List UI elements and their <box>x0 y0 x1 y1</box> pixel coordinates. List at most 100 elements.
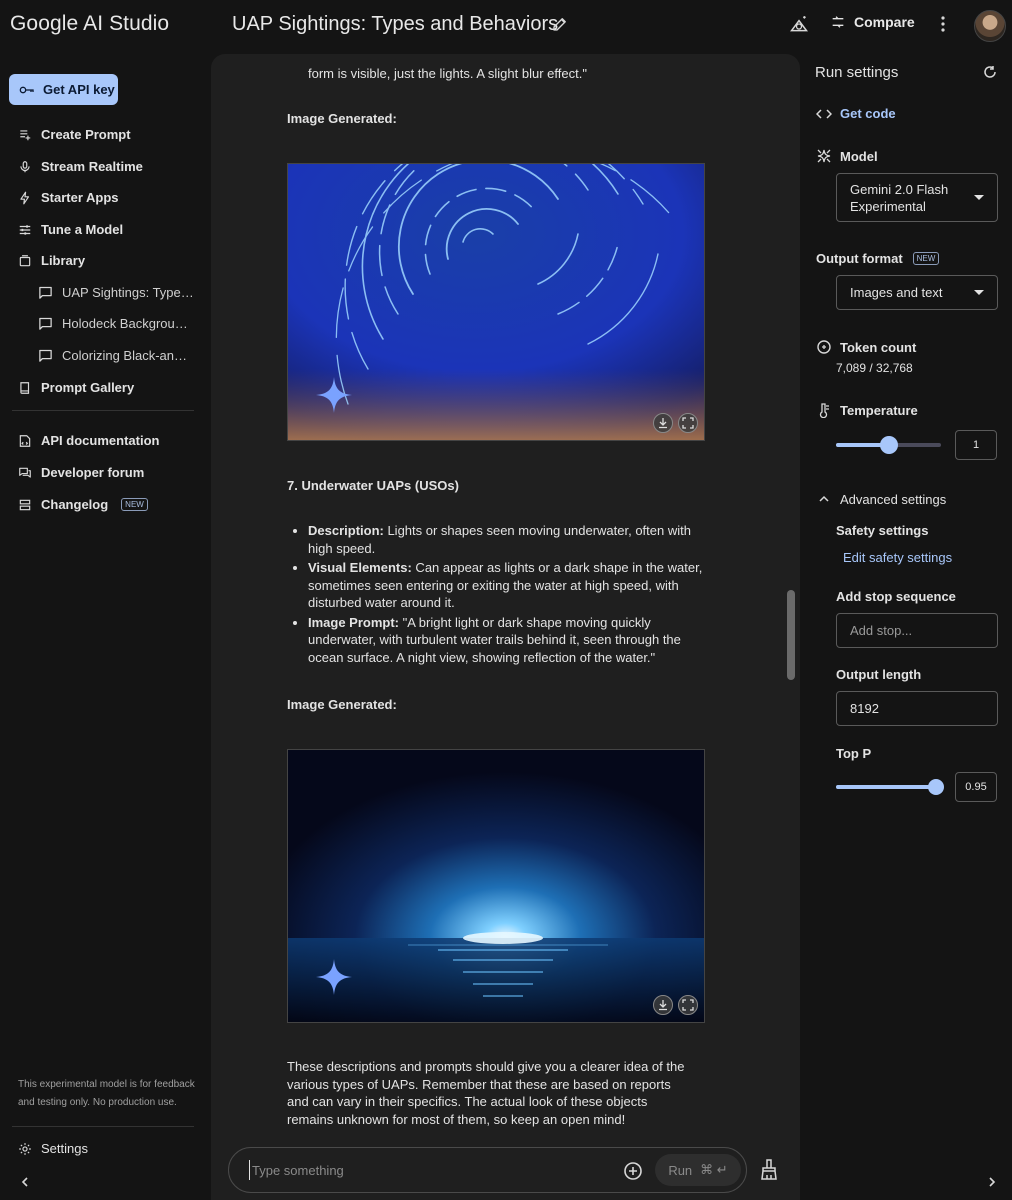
chat-panel: form is visible, just the lights. A slig… <box>211 54 800 1200</box>
output-format-value: Images and text <box>850 285 943 300</box>
generated-image-star-trails[interactable] <box>287 163 705 441</box>
library-item-label: Holodeck Background Generation <box>62 316 194 331</box>
output-format-select[interactable]: Images and text <box>836 275 998 310</box>
model-value: Gemini 2.0 Flash Experimental <box>850 181 949 214</box>
compare-mode-icon[interactable] <box>789 14 809 34</box>
sidebar-item-tune-model[interactable]: Tune a Model <box>18 222 123 237</box>
create-prompt-icon <box>20 129 31 140</box>
fullscreen-icon <box>682 417 694 429</box>
sidebar-item-label: Settings <box>41 1141 88 1156</box>
sidebar-item-label: Stream Realtime <box>41 159 143 174</box>
library-item-label: UAP Sightings: Types and Behaviors <box>62 285 194 300</box>
prompt-input-bar: Run ⌘ ↵ <box>228 1147 747 1193</box>
add-media-icon[interactable] <box>623 1161 643 1181</box>
run-button[interactable]: Run ⌘ ↵ <box>655 1154 741 1186</box>
model-label: Model <box>840 148 878 164</box>
sidebar-item-prompt-gallery[interactable]: Prompt Gallery <box>18 380 134 395</box>
output-length-label: Output length <box>836 667 922 682</box>
tune-icon <box>19 224 31 235</box>
list-item: Description: Lights or shapes seen movin… <box>308 522 712 557</box>
key-icon <box>19 86 34 93</box>
sidebar-item-starter-apps[interactable]: Starter Apps <box>18 190 119 205</box>
temperature-input[interactable]: 1 <box>955 430 997 460</box>
model-icon <box>817 149 831 163</box>
top-p-slider-fill <box>836 785 936 789</box>
fullscreen-image-button[interactable] <box>678 413 698 433</box>
gemini-sparkle-icon <box>316 377 352 413</box>
model-select[interactable]: Gemini 2.0 Flash Experimental <box>836 173 998 222</box>
app-logo[interactable]: Google AI Studio <box>10 12 169 36</box>
generated-image-underwater-glow[interactable] <box>287 749 705 1023</box>
sidebar-item-library[interactable]: Library <box>18 253 85 268</box>
sidebar-item-label: API documentation <box>41 433 160 448</box>
compare-button[interactable]: Compare <box>830 14 915 30</box>
temperature-slider[interactable] <box>836 436 941 454</box>
compare-label: Compare <box>854 14 915 30</box>
fullscreen-image-button[interactable] <box>678 995 698 1015</box>
sidebar-item-api-docs[interactable]: API documentation <box>18 433 159 448</box>
sidebar-item-label: Create Prompt <box>41 127 131 142</box>
run-shortcut: ⌘ ↵ <box>700 1162 728 1177</box>
download-icon <box>659 1000 667 1011</box>
get-api-key-button[interactable]: Get API key <box>9 74 118 105</box>
docs-icon <box>19 434 31 447</box>
collapse-sidebar-icon[interactable] <box>19 1176 31 1188</box>
download-image-button[interactable] <box>653 413 673 433</box>
library-item-holodeck[interactable]: Holodeck Background Generation <box>38 316 194 331</box>
chat-bubble-icon <box>39 317 52 330</box>
get-code-label: Get code <box>840 106 896 121</box>
collapse-settings-icon[interactable] <box>986 1176 998 1188</box>
edit-safety-settings-link[interactable]: Edit safety settings <box>843 550 952 565</box>
top-p-slider-thumb[interactable] <box>927 779 944 795</box>
output-format-label: Output format <box>816 251 903 266</box>
sidebar-item-changelog[interactable]: Changelog NEW <box>18 497 148 512</box>
chat-bubble-icon <box>39 286 52 299</box>
sidebar-divider <box>12 410 194 411</box>
new-badge: NEW <box>121 498 148 511</box>
uso-bullet-list: Description: Lights or shapes seen movin… <box>287 522 712 668</box>
thermometer-icon <box>819 403 829 418</box>
advanced-settings-toggle[interactable]: Advanced settings <box>816 491 946 507</box>
image-generated-label: Image Generated: <box>287 111 397 126</box>
gemini-sparkle-icon <box>316 959 352 995</box>
chevron-up-icon <box>819 495 829 502</box>
list-item: Visual Elements: Can appear as lights or… <box>308 559 712 612</box>
get-code-button[interactable]: Get code <box>816 106 896 121</box>
prompt-input[interactable] <box>249 1160 609 1180</box>
compare-icon <box>832 16 844 28</box>
user-avatar[interactable] <box>974 10 1006 42</box>
download-image-button[interactable] <box>653 995 673 1015</box>
sidebar-item-settings[interactable]: Settings <box>18 1141 88 1156</box>
top-p-input[interactable]: 0.95 <box>955 772 997 802</box>
gear-icon <box>19 1142 31 1155</box>
temperature-label: Temperature <box>840 402 918 418</box>
top-p-slider[interactable] <box>836 779 944 795</box>
fullscreen-icon <box>682 999 694 1011</box>
sidebar-item-developer-forum[interactable]: Developer forum <box>18 465 144 480</box>
page-title: UAP Sightings: Types and Behaviors <box>232 13 559 35</box>
sidebar-item-label: Changelog <box>41 497 109 512</box>
bolt-icon <box>20 191 30 204</box>
sidebar-item-stream-realtime[interactable]: Stream Realtime <box>18 159 143 174</box>
temperature-slider-thumb[interactable] <box>879 436 898 454</box>
library-item-uap-sightings[interactable]: UAP Sightings: Types and Behaviors <box>38 285 194 300</box>
output-length-input[interactable]: 8192 <box>836 691 998 726</box>
edit-title-icon[interactable] <box>551 15 569 33</box>
sidebar-item-label: Prompt Gallery <box>41 380 135 395</box>
run-settings-panel: Run settings Get code Model Gemini 2.0 F… <box>800 54 1012 1200</box>
chevron-down-icon <box>974 289 984 295</box>
clear-chat-icon[interactable] <box>759 1158 779 1180</box>
temperature-heading: Temperature <box>816 402 918 418</box>
library-item-label: Colorizing Black-and-White Photos <box>62 348 194 363</box>
stop-sequence-input[interactable]: Add stop... <box>836 613 998 648</box>
more-options-icon[interactable] <box>934 14 952 34</box>
changelog-icon <box>19 499 31 510</box>
chat-scrollbar[interactable] <box>787 590 795 680</box>
sidebar-item-label: Developer forum <box>41 465 145 480</box>
library-item-colorizing[interactable]: Colorizing Black-and-White Photos <box>38 348 194 363</box>
sidebar-item-create-prompt[interactable]: Create Prompt <box>18 127 131 142</box>
reset-settings-icon[interactable] <box>983 65 997 79</box>
forum-icon <box>19 467 31 478</box>
top-p-label: Top P <box>836 746 872 761</box>
library-icon <box>19 254 31 266</box>
